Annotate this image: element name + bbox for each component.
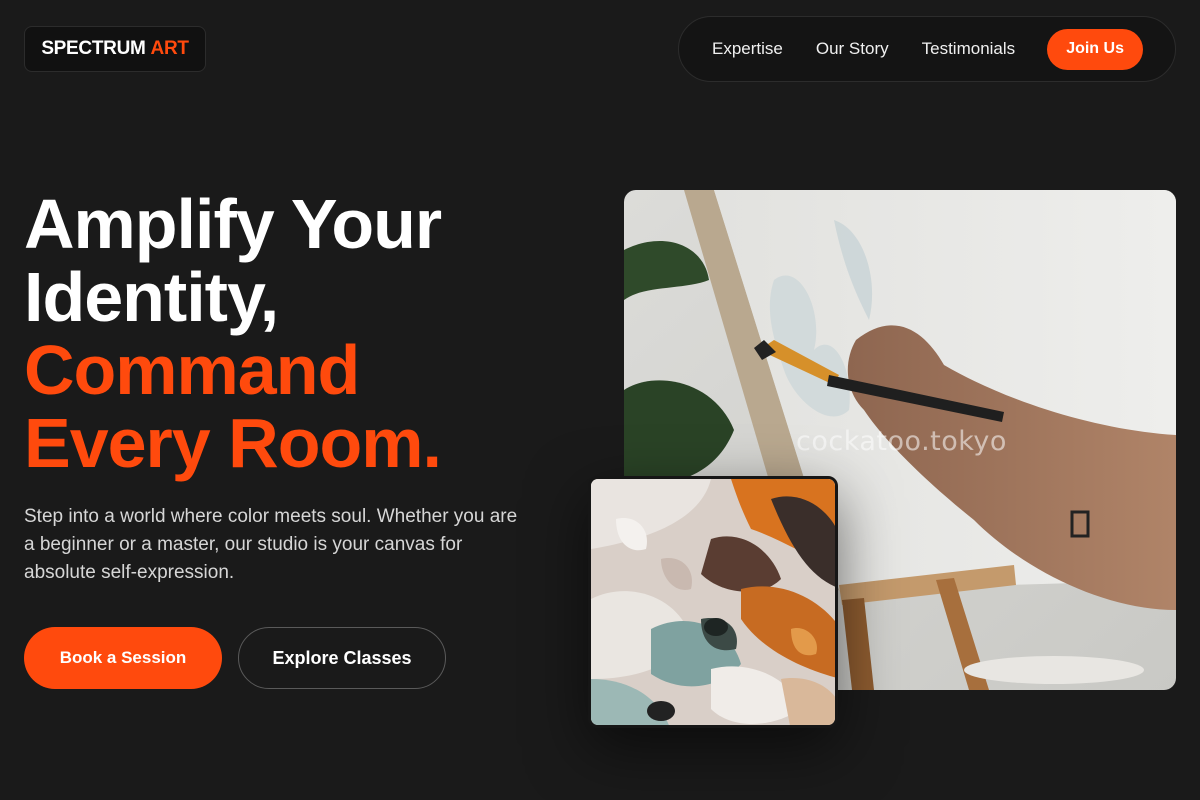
brand-accent: ART (150, 38, 189, 59)
headline-line-4: Every Room. (24, 404, 442, 482)
brand-name: SPECTRUM (41, 38, 146, 59)
nav-link-expertise[interactable]: Expertise (712, 39, 783, 59)
join-us-button[interactable]: Join Us (1047, 28, 1143, 70)
headline-line-2: Identity, (24, 258, 279, 336)
explore-classes-button[interactable]: Explore Classes (238, 627, 446, 689)
headline-line-3: Command (24, 331, 360, 409)
paint-texture-photo (588, 476, 838, 728)
brand-logo[interactable]: SPECTRUM ART (24, 26, 206, 72)
top-nav: Expertise Our Story Testimonials Join Us (678, 16, 1176, 82)
headline-line-1: Amplify Your (24, 185, 442, 263)
nav-link-testimonials[interactable]: Testimonials (922, 39, 1016, 59)
nav-link-our-story[interactable]: Our Story (816, 39, 889, 59)
hero-headline: Amplify Your Identity, Command Every Roo… (24, 185, 442, 482)
hero-subtext: Step into a world where color meets soul… (24, 506, 518, 583)
book-session-button[interactable]: Book a Session (24, 627, 222, 689)
